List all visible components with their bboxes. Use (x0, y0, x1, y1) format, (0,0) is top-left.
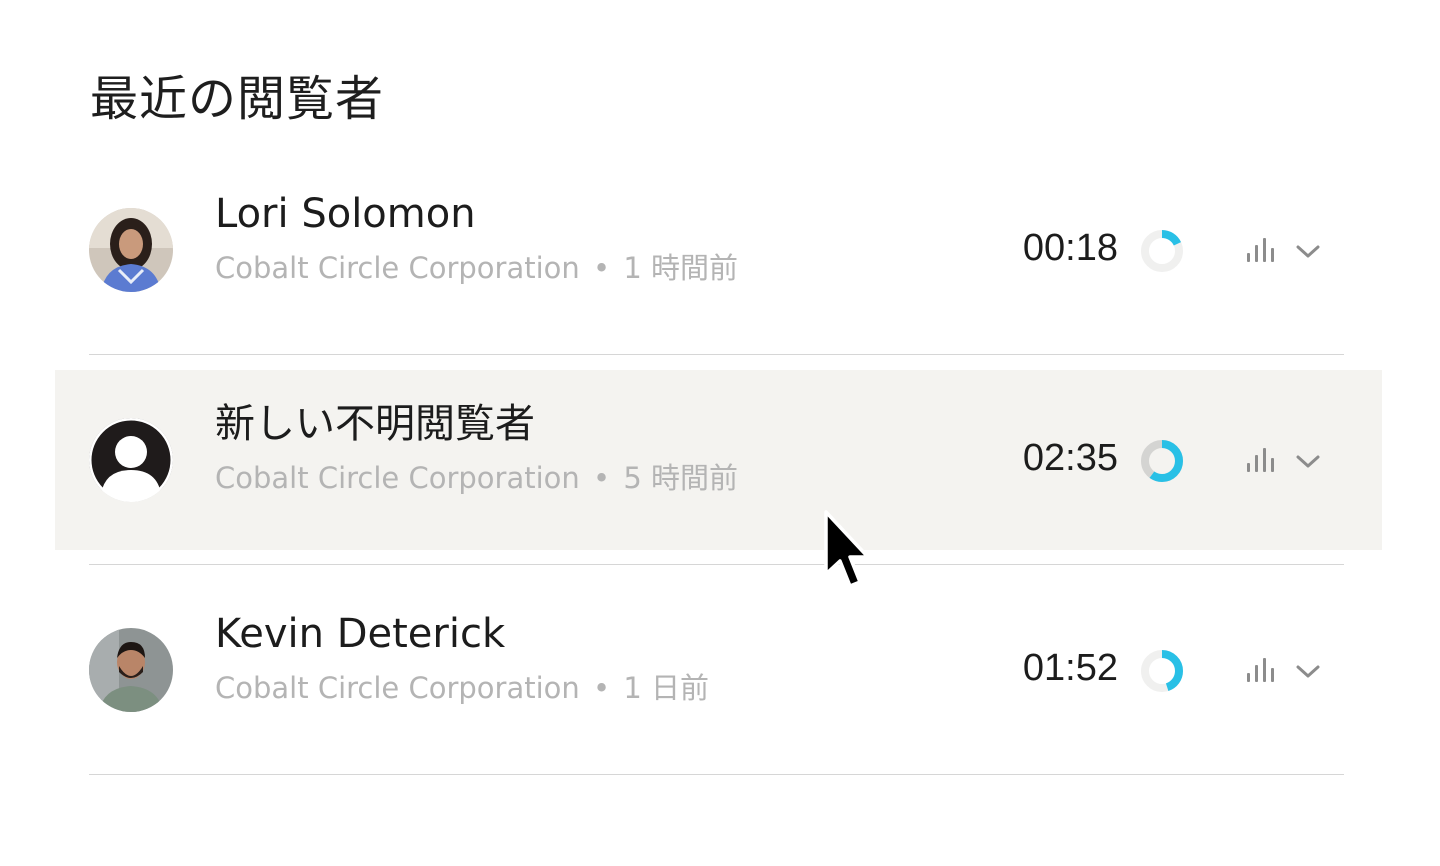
recent-viewers-panel: 最近の閲覧者 Lori Solomon Cobalt Circle Corpor… (0, 0, 1440, 866)
viewer-meta: Cobalt Circle Corporation • 1 時間前 (215, 248, 738, 288)
watch-progress-ring (1141, 440, 1183, 482)
avatar (89, 418, 173, 502)
viewer-row[interactable]: Lori Solomon Cobalt Circle Corporation •… (55, 160, 1382, 340)
bar-chart-icon (1247, 238, 1274, 262)
meta-separator: • (593, 461, 611, 495)
avatar (89, 208, 173, 292)
viewer-time-ago: 1 時間前 (623, 251, 738, 285)
mouse-cursor-icon (824, 510, 870, 588)
stats-toggle-button[interactable] (1245, 232, 1329, 268)
viewer-name: Kevin Deterick (215, 611, 506, 657)
row-divider (89, 354, 1344, 355)
viewer-company: Cobalt Circle Corporation (215, 251, 580, 285)
viewer-time-ago: 1 日前 (623, 671, 709, 705)
avatar (89, 628, 173, 712)
avatar-photo-man (89, 628, 173, 712)
viewer-time-ago: 5 時間前 (623, 461, 738, 495)
page-title: 最近の閲覧者 (90, 71, 385, 127)
stats-toggle-button[interactable] (1245, 652, 1329, 688)
row-divider (89, 564, 1344, 565)
viewer-company: Cobalt Circle Corporation (215, 461, 580, 495)
viewer-row[interactable]: 新しい不明閲覧者 Cobalt Circle Corporation • 5 時… (55, 370, 1382, 550)
anonymous-user-icon (89, 418, 173, 502)
view-duration: 00:18 (1022, 227, 1118, 269)
chevron-down-icon (1296, 665, 1320, 678)
meta-separator: • (593, 251, 611, 285)
viewer-name: 新しい不明閲覧者 (215, 401, 535, 447)
row-divider (89, 774, 1344, 775)
viewer-meta: Cobalt Circle Corporation • 1 日前 (215, 668, 709, 708)
chevron-down-icon (1296, 245, 1320, 258)
viewer-row[interactable]: Kevin Deterick Cobalt Circle Corporation… (55, 580, 1382, 760)
viewer-name: Lori Solomon (215, 191, 476, 237)
chevron-down-icon (1296, 455, 1320, 468)
stats-toggle-button[interactable] (1245, 442, 1329, 478)
meta-separator: • (593, 671, 611, 705)
viewer-company: Cobalt Circle Corporation (215, 671, 580, 705)
bar-chart-icon (1247, 658, 1274, 682)
avatar-photo-woman (89, 208, 173, 292)
bar-chart-icon (1247, 448, 1274, 472)
watch-progress-ring (1141, 650, 1183, 692)
view-duration: 02:35 (1022, 437, 1118, 479)
viewer-meta: Cobalt Circle Corporation • 5 時間前 (215, 458, 738, 498)
watch-progress-ring (1141, 230, 1183, 272)
view-duration: 01:52 (1022, 647, 1118, 689)
